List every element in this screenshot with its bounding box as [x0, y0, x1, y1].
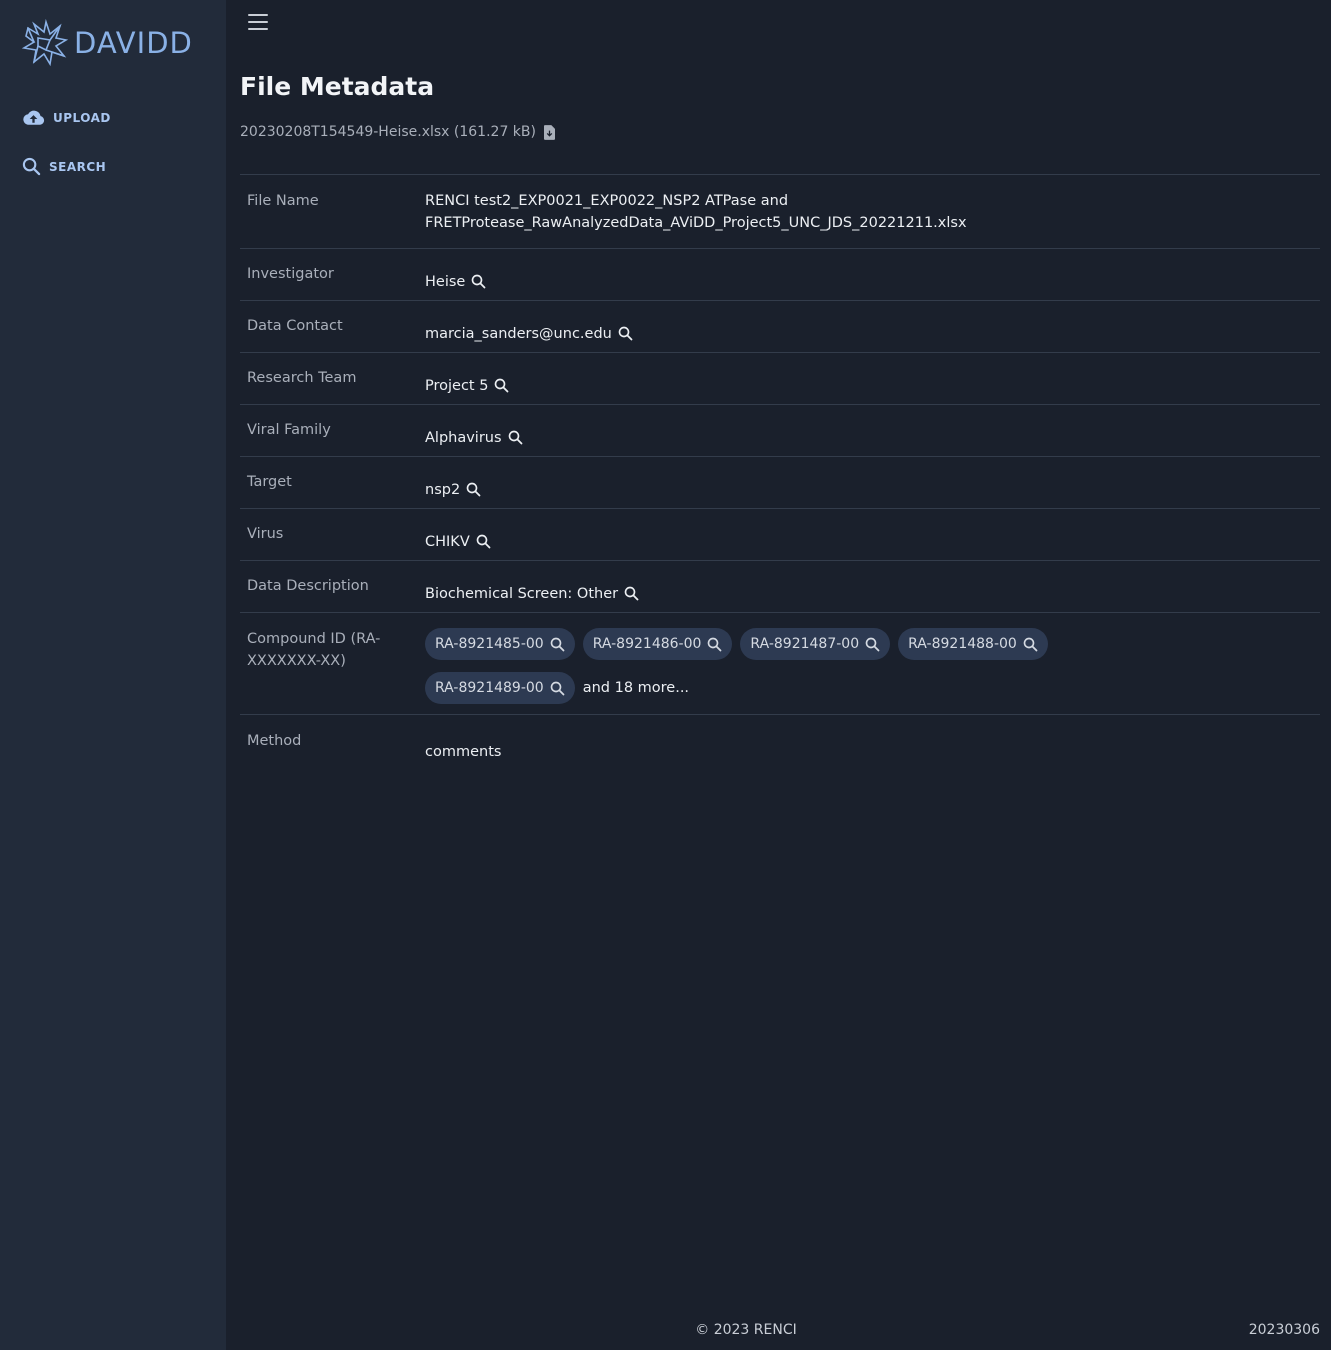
sidebar-item-search[interactable]: SEARCH — [22, 157, 106, 176]
file-name-line2: FRETProtease_RawAnalyzedData_AViDD_Proje… — [425, 215, 967, 231]
search-icon — [550, 637, 565, 651]
compound-chip-list: RA-8921485-00 RA-8921486-00 RA-8921487-0… — [425, 628, 1313, 714]
search-icon[interactable] — [476, 534, 491, 549]
chip-label: RA-8921485-00 — [435, 636, 544, 652]
chip-label: RA-8921487-00 — [750, 636, 860, 652]
main-content: File Metadata 20230208T154549-Heise.xlsx… — [226, 0, 1331, 1350]
search-icon[interactable] — [618, 326, 633, 341]
search-icon[interactable] — [466, 482, 481, 497]
logo[interactable]: DAVIDD — [20, 18, 193, 68]
method-value: comments — [425, 744, 502, 760]
row-compound-id: Compound ID (RA- XXXXXXX-XX) RA-8921485-… — [240, 612, 1320, 714]
field-label: Target — [247, 474, 292, 490]
compound-id-label-line2: XXXXXXX-XX) — [247, 653, 346, 669]
field-value: RENCI test2_EXP0021_EXP0022_NSP2 ATPase … — [425, 190, 1313, 248]
menu-toggle-icon[interactable] — [248, 14, 268, 30]
field-label: Method — [247, 733, 302, 749]
file-download-icon[interactable] — [543, 124, 555, 140]
field-value: marcia_sanders@unc.edu — [425, 315, 1313, 352]
compound-chip[interactable]: RA-8921487-00 — [740, 628, 891, 660]
search-icon — [1023, 637, 1038, 651]
field-label: Viral Family — [247, 422, 331, 438]
field-label: Research Team — [247, 370, 357, 386]
field-label: File Name — [247, 193, 319, 209]
search-icon — [865, 637, 880, 651]
virus-value: CHIKV — [425, 533, 470, 550]
row-viral-family: Viral Family Alphavirus — [240, 404, 1320, 456]
compound-id-label-line1: Compound ID (RA- — [247, 631, 381, 647]
field-label: Investigator — [247, 266, 334, 282]
compound-chip[interactable]: RA-8921488-00 — [898, 628, 1048, 660]
row-research-team: Research Team Project 5 — [240, 352, 1320, 404]
file-label: 20230208T154549-Heise.xlsx (161.27 kB) — [240, 124, 536, 140]
investigator-value: Heise — [425, 273, 466, 290]
search-icon[interactable] — [508, 430, 523, 445]
field-value: Project 5 — [425, 367, 1313, 404]
row-data-contact: Data Contact marcia_sanders@unc.edu — [240, 300, 1320, 352]
file-download-line[interactable]: 20230208T154549-Heise.xlsx (161.27 kB) — [240, 124, 555, 140]
page-title: File Metadata — [240, 72, 435, 101]
logo-text: DAVIDD — [74, 26, 193, 60]
data-description-value: Biochemical Screen: Other — [425, 585, 619, 602]
field-label: Data Contact — [247, 318, 343, 334]
field-value: comments — [425, 730, 1313, 774]
cloud-upload-icon — [23, 110, 45, 125]
row-investigator: Investigator Heise — [240, 248, 1320, 300]
row-target: Target nsp2 — [240, 456, 1320, 508]
field-value: Heise — [425, 263, 1313, 300]
chip-label: RA-8921489-00 — [435, 680, 544, 696]
search-icon — [550, 681, 565, 695]
search-icon[interactable] — [471, 274, 486, 289]
sidebar-item-label: SEARCH — [49, 159, 107, 174]
target-value: nsp2 — [425, 481, 461, 498]
sidebar-item-label: UPLOAD — [53, 111, 111, 125]
row-file-name: File Name RENCI test2_EXP0021_EXP0022_NS… — [240, 174, 1320, 248]
compound-chip[interactable]: RA-8921486-00 — [582, 628, 733, 660]
sidebar-item-upload[interactable]: UPLOAD — [22, 109, 111, 127]
search-icon — [708, 637, 722, 651]
field-value: nsp2 — [425, 471, 1313, 508]
footer-copyright: © 2023 RENCI — [695, 1322, 797, 1338]
row-method: Method comments — [240, 714, 1320, 774]
row-data-description: Data Description Biochemical Screen: Oth… — [240, 560, 1320, 612]
field-value: Biochemical Screen: Other — [425, 575, 1313, 612]
compound-chip[interactable]: RA-8921489-00 — [425, 672, 575, 704]
more-compounds-text: and 18 more... — [582, 680, 690, 696]
field-label: Virus — [247, 526, 284, 542]
file-name-line1: RENCI test2_EXP0021_EXP0022_NSP2 ATPase … — [425, 193, 789, 209]
row-virus: Virus CHIKV — [240, 508, 1320, 560]
footer-version: 20230306 — [1248, 1322, 1320, 1338]
sidebar: DAVIDD UPLOAD SEARCH — [0, 0, 226, 1350]
compound-chip[interactable]: RA-8921485-00 — [425, 628, 575, 660]
chip-label: RA-8921488-00 — [908, 636, 1017, 652]
davidd-logo-icon — [21, 18, 69, 67]
chip-label: RA-8921486-00 — [592, 636, 702, 652]
field-value: CHIKV — [425, 523, 1313, 560]
search-icon — [22, 157, 41, 176]
field-label: Data Description — [247, 578, 369, 594]
data-contact-value: marcia_sanders@unc.edu — [425, 325, 612, 342]
metadata-table: File Name RENCI test2_EXP0021_EXP0022_NS… — [240, 174, 1320, 774]
field-label: Compound ID (RA- XXXXXXX-XX) — [247, 628, 425, 714]
search-icon[interactable] — [624, 586, 639, 601]
viral-family-value: Alphavirus — [425, 429, 502, 446]
search-icon[interactable] — [494, 378, 509, 393]
field-value: Alphavirus — [425, 419, 1313, 456]
research-team-value: Project 5 — [425, 377, 489, 394]
